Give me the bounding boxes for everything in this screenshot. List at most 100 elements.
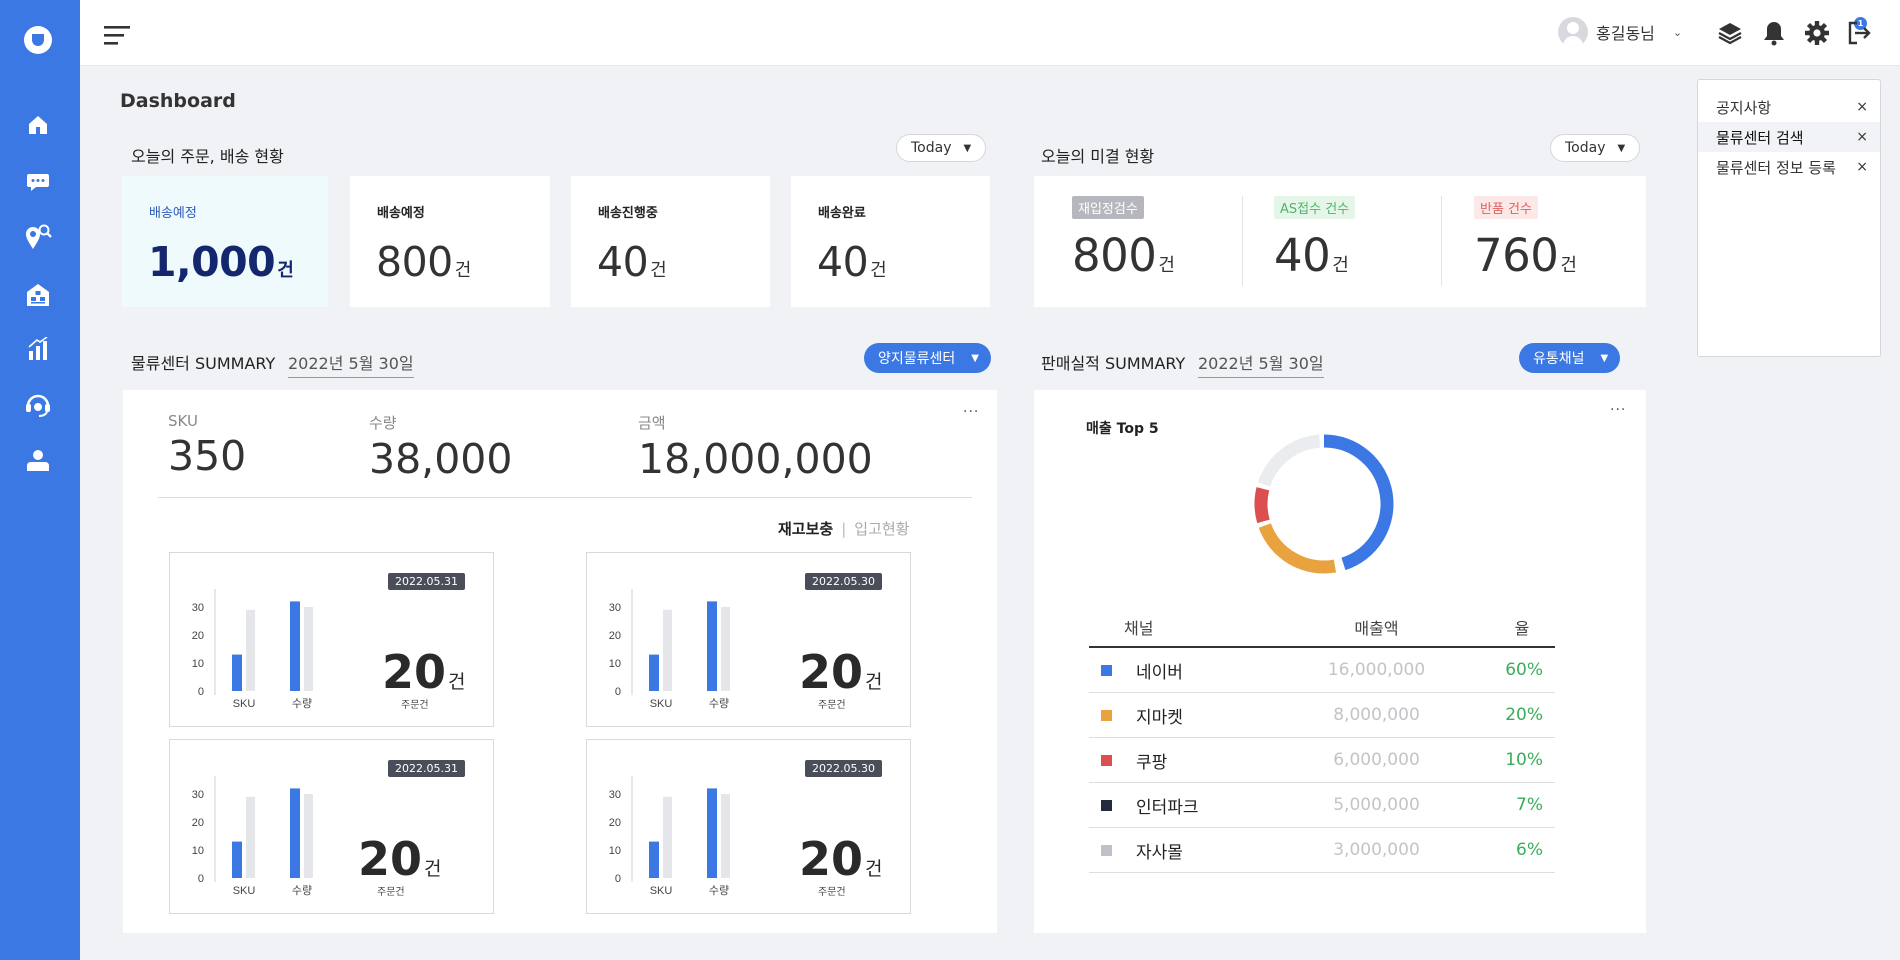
sales-date[interactable]: 2022년 5월 30일 [1198, 350, 1324, 378]
pending-item-as[interactable]: AS접수 건수 40 건 [1274, 196, 1356, 282]
kpi-value: 38,000 [369, 435, 513, 483]
chevron-down-icon: ▼ [1600, 352, 1609, 364]
warehouse-icon [27, 284, 49, 306]
close-icon[interactable]: × [1856, 99, 1868, 115]
order-count-caption: 주문건 [818, 700, 846, 711]
sales-table-body: 네이버 16,000,000 60% 지마켓 8,000,000 20% 쿠팡 6,000,0… [1089, 648, 1555, 873]
table-row[interactable]: 자사몰 3,000,000 6% [1089, 828, 1555, 873]
pending-period-select[interactable]: Today ▼ [1550, 134, 1641, 162]
user-menu[interactable]: 홍길동님 ⌄ [1558, 16, 1682, 48]
pending-item-returns[interactable]: 반품 건수 760 건 [1474, 196, 1577, 282]
kpi-label: 금액 [638, 414, 666, 432]
pending-unit: 건 [1332, 255, 1349, 276]
order-card-scheduled-highlight[interactable]: 배송예정 1,000 건 [122, 176, 328, 307]
order-card-value: 800 건 [376, 238, 471, 286]
bell-icon[interactable] [1761, 20, 1787, 46]
x-tick-label: SKU [650, 698, 673, 710]
order-card-scheduled[interactable]: 배송예정 800 건 [350, 176, 550, 307]
bar-primary [649, 654, 659, 691]
sidebar-item-support[interactable] [22, 390, 54, 420]
order-card-label: 배송예정 [149, 206, 197, 221]
notice-item-label: 물류센터 검색 [1716, 128, 1804, 147]
logout-icon[interactable] [1846, 20, 1872, 46]
close-icon[interactable]: × [1856, 159, 1868, 175]
sidebar-item-chat[interactable] [22, 167, 54, 197]
order-card-unit: 건 [277, 260, 294, 281]
page-title: Dashboard [120, 90, 236, 112]
order-card-in-progress[interactable]: 배송진행중 40 건 [571, 176, 770, 307]
orders-period-select[interactable]: Today ▼ [896, 134, 987, 162]
order-count-caption: 주문건 [401, 700, 429, 711]
y-tick-label: 20 [192, 817, 204, 829]
channel-cell: 지마켓 [1089, 703, 1304, 728]
pending-card: 재입정검수 800 건 AS접수 건수 40 건 반품 건수 760 건 [1034, 176, 1646, 307]
chart-icon [28, 337, 48, 360]
order-card-number: 40 [817, 238, 869, 286]
sidebar-item-location-search[interactable] [22, 222, 54, 252]
y-tick-label: 20 [192, 630, 204, 642]
table-row[interactable]: 인터파크 5,000,000 7% [1089, 783, 1555, 828]
close-icon[interactable]: × [1856, 129, 1868, 145]
bar-primary [290, 788, 300, 878]
logistics-date[interactable]: 2022년 5월 30일 [288, 350, 414, 378]
x-tick-label: 수량 [709, 697, 729, 710]
logistics-section-title: 물류센터 SUMMARY [131, 354, 276, 373]
y-tick-label: 0 [198, 686, 204, 698]
y-tick-label: 10 [192, 845, 204, 857]
donut-segment[interactable] [1323, 434, 1394, 571]
kpi-amount: 금액 18,000,000 [638, 412, 873, 483]
logo-icon[interactable] [24, 26, 52, 54]
chevron-down-icon: ▼ [963, 142, 972, 154]
kpi-label: SKU [168, 412, 198, 430]
table-row[interactable]: 쿠팡 6,000,000 10% [1089, 738, 1555, 783]
channel-name: 지마켓 [1136, 707, 1183, 728]
tab-restock[interactable]: 재고보충 [778, 520, 833, 538]
order-card-completed[interactable]: 배송완료 40 건 [791, 176, 990, 307]
mini-chart-date: 2022.05.31 [388, 760, 465, 777]
sales-panel: ··· 매출 Top 5 채널 매출액 율 네이버 16,000,000 60% 지마… [1034, 390, 1646, 933]
logistics-center-select[interactable]: 양지물류센터 ▼ [864, 343, 991, 373]
more-icon[interactable]: ··· [963, 404, 979, 420]
order-count-unit: 건 [865, 671, 883, 693]
table-row[interactable]: 네이버 16,000,000 60% [1089, 648, 1555, 693]
amount-cell: 16,000,000 [1327, 660, 1426, 680]
donut-segment[interactable] [1257, 434, 1321, 487]
menu-icon[interactable] [104, 24, 130, 46]
legend-swatch [1101, 754, 1112, 766]
x-tick-label: 수량 [292, 697, 312, 710]
kpi-sku: SKU 350 [168, 412, 246, 480]
bar-secondary [663, 796, 672, 878]
notice-item-center-register[interactable]: 물류센터 정보 등록 × [1698, 152, 1880, 182]
table-row[interactable]: 지마켓 8,000,000 20% [1089, 693, 1555, 738]
more-icon[interactable]: ··· [1610, 402, 1626, 418]
order-count-unit: 건 [865, 858, 883, 880]
amount-cell: 5,000,000 [1333, 795, 1420, 815]
notice-item-center-search[interactable]: 물류센터 검색 × [1698, 122, 1880, 152]
donut-segment[interactable] [1258, 523, 1337, 574]
rate-cell: 6% [1516, 840, 1543, 860]
donut-segment[interactable] [1254, 487, 1270, 524]
sidebar-item-user[interactable] [22, 445, 54, 475]
sales-channel-select[interactable]: 유통채널 ▼ [1519, 343, 1621, 373]
layers-icon[interactable] [1717, 20, 1743, 46]
order-card-value: 40 건 [597, 238, 667, 286]
bar-primary [290, 601, 300, 691]
pending-item-inspection[interactable]: 재입정검수 800 건 [1072, 196, 1175, 282]
order-count-unit: 건 [424, 858, 442, 880]
x-tick-label: 수량 [709, 884, 729, 897]
order-card-unit: 건 [650, 260, 667, 281]
topbar: 홍길동님 ⌄ 1 [80, 0, 1900, 66]
notice-item-notice[interactable]: 공지사항 × [1698, 92, 1880, 122]
divider [1441, 196, 1442, 286]
sidebar-item-warehouse[interactable] [22, 280, 54, 310]
bar-secondary [304, 607, 313, 691]
gear-icon[interactable] [1804, 20, 1830, 46]
sidebar-item-statistics[interactable] [22, 334, 54, 364]
tab-inbound[interactable]: 입고현황 [854, 520, 909, 538]
order-card-value: 1,000 건 [148, 238, 294, 286]
sidebar-item-home[interactable] [22, 110, 54, 140]
pending-tag: AS접수 건수 [1274, 196, 1356, 219]
bar-primary [707, 788, 717, 878]
pending-unit: 건 [1158, 255, 1175, 276]
y-tick-label: 30 [192, 789, 204, 801]
